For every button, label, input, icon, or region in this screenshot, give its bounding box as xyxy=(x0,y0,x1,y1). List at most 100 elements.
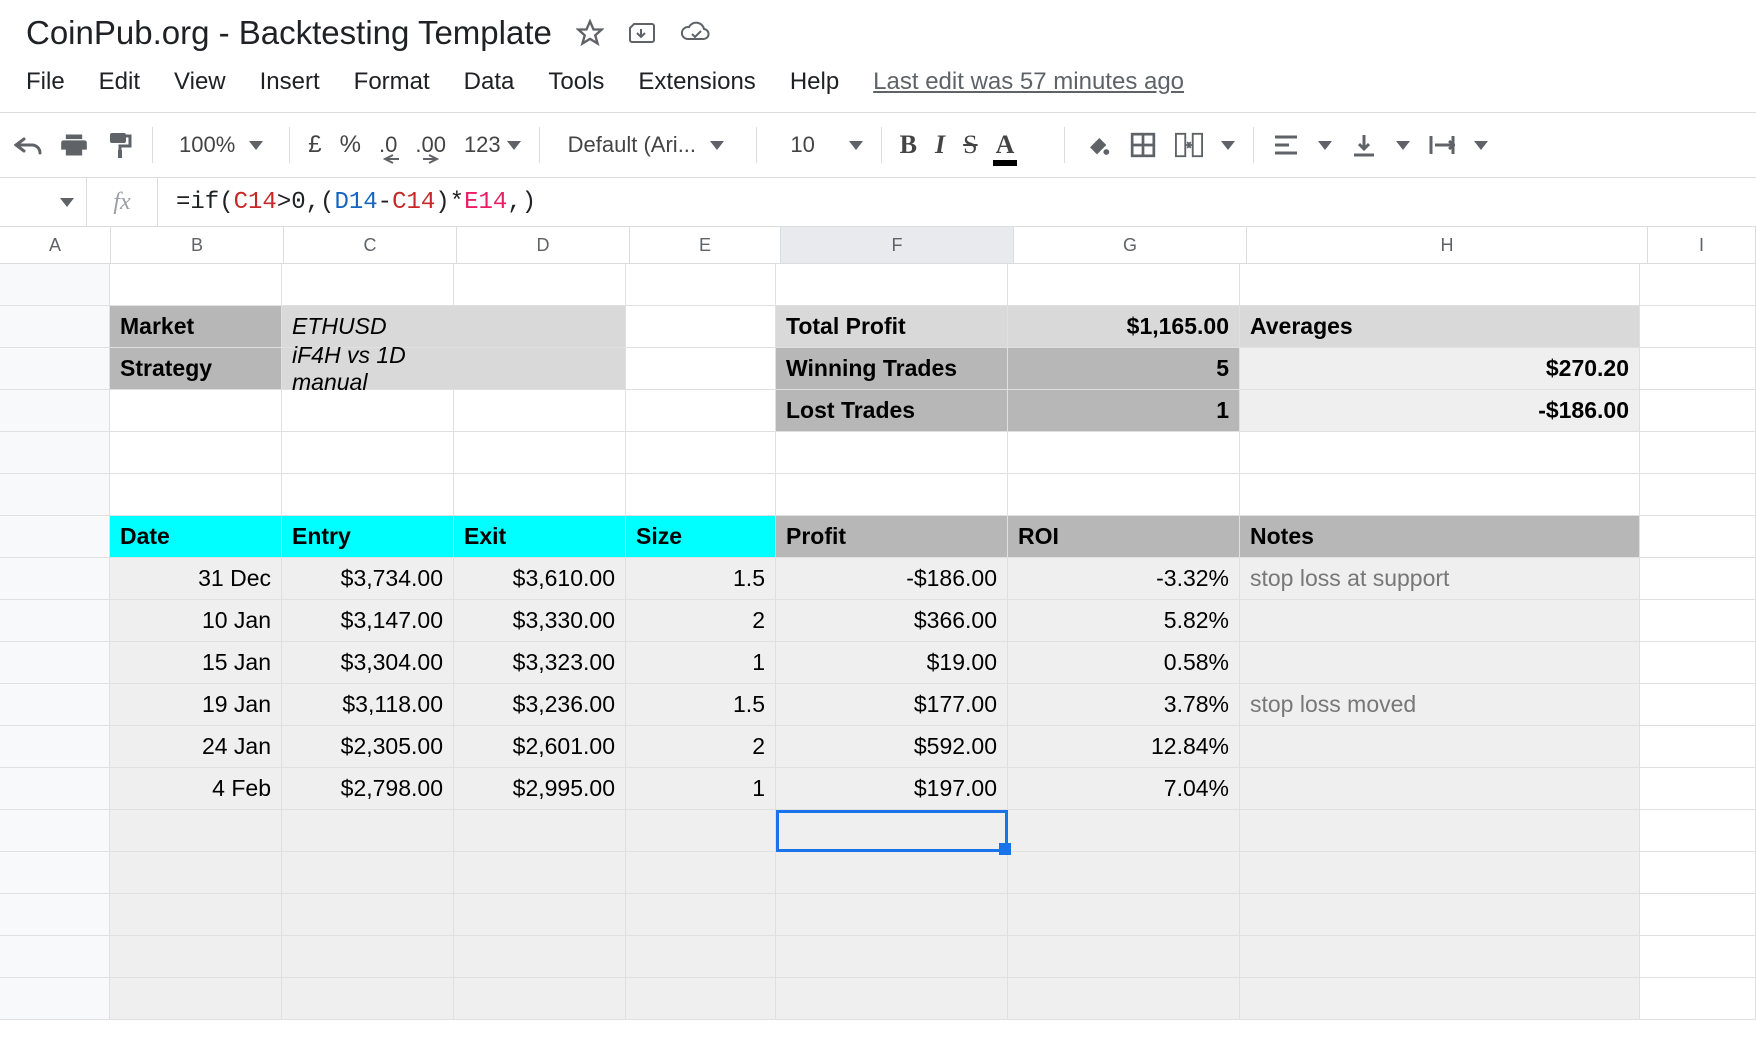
font-size-input[interactable]: 10 xyxy=(775,132,831,158)
caret-down-icon[interactable] xyxy=(1318,141,1332,150)
winning-avg[interactable]: $270.20 xyxy=(1240,348,1640,390)
cell-notes[interactable]: stop loss moved xyxy=(1240,684,1640,726)
hdr-date[interactable]: Date xyxy=(110,516,282,558)
hdr-notes[interactable]: Notes xyxy=(1240,516,1640,558)
cell-entry[interactable]: $2,305.00 xyxy=(282,726,454,768)
cell-size[interactable]: 1.5 xyxy=(626,558,776,600)
cell[interactable] xyxy=(626,306,776,348)
cell[interactable] xyxy=(0,642,110,684)
cell[interactable] xyxy=(776,894,1008,936)
spreadsheet-grid[interactable]: Market ETHUSD Total Profit $1,165.00 Ave… xyxy=(0,264,1756,1020)
cell[interactable] xyxy=(1640,726,1756,768)
vertical-align-dropdown[interactable] xyxy=(1350,131,1378,159)
cell[interactable] xyxy=(454,348,626,390)
cell[interactable] xyxy=(1640,516,1756,558)
cell-notes[interactable] xyxy=(1240,642,1640,684)
cell[interactable] xyxy=(1640,642,1756,684)
cell[interactable] xyxy=(0,306,110,348)
hdr-size[interactable]: Size xyxy=(626,516,776,558)
cell-roi[interactable]: 7.04% xyxy=(1008,768,1240,810)
cell[interactable] xyxy=(110,474,282,516)
cell[interactable] xyxy=(1640,306,1756,348)
menu-tools[interactable]: Tools xyxy=(548,68,604,96)
cell[interactable] xyxy=(1640,768,1756,810)
cell-entry[interactable]: $3,118.00 xyxy=(282,684,454,726)
cell[interactable] xyxy=(454,474,626,516)
cell[interactable] xyxy=(110,432,282,474)
cell[interactable] xyxy=(1640,852,1756,894)
cell[interactable] xyxy=(454,264,626,306)
cell[interactable] xyxy=(0,600,110,642)
cell[interactable] xyxy=(110,264,282,306)
zoom-dropdown[interactable]: 100% xyxy=(171,132,271,158)
star-icon[interactable] xyxy=(576,19,604,47)
cell[interactable] xyxy=(1240,978,1640,1020)
cell-notes[interactable]: stop loss at support xyxy=(1240,558,1640,600)
cell-profit[interactable]: $592.00 xyxy=(776,726,1008,768)
cell[interactable] xyxy=(776,432,1008,474)
cell[interactable] xyxy=(282,390,454,432)
cell[interactable] xyxy=(0,894,110,936)
cell[interactable] xyxy=(1240,474,1640,516)
selected-cell[interactable] xyxy=(776,810,1008,852)
cell-profit[interactable]: -$186.00 xyxy=(776,558,1008,600)
col-header-B[interactable]: B xyxy=(111,227,284,263)
averages-label[interactable]: Averages xyxy=(1240,306,1640,348)
cell[interactable] xyxy=(1008,894,1240,936)
cell[interactable] xyxy=(626,390,776,432)
cloud-saved-icon[interactable] xyxy=(680,21,712,45)
cell-profit[interactable]: $19.00 xyxy=(776,642,1008,684)
menu-edit[interactable]: Edit xyxy=(99,68,140,96)
cell-exit[interactable]: $3,236.00 xyxy=(454,684,626,726)
text-wrap-dropdown[interactable] xyxy=(1428,131,1456,159)
cell-exit[interactable]: $2,995.00 xyxy=(454,768,626,810)
menu-file[interactable]: File xyxy=(26,68,65,96)
horizontal-align-dropdown[interactable] xyxy=(1272,131,1300,159)
cell[interactable] xyxy=(282,264,454,306)
cell-size[interactable]: 2 xyxy=(626,600,776,642)
col-header-F[interactable]: F xyxy=(781,227,1014,263)
cell[interactable] xyxy=(110,978,282,1020)
cell[interactable] xyxy=(1008,264,1240,306)
col-header-I[interactable]: I xyxy=(1648,227,1756,263)
cell-roi[interactable]: 3.78% xyxy=(1008,684,1240,726)
cell[interactable] xyxy=(282,432,454,474)
cell[interactable] xyxy=(626,978,776,1020)
cell[interactable] xyxy=(282,810,454,852)
cell-date[interactable]: 31 Dec xyxy=(110,558,282,600)
italic-button[interactable]: I xyxy=(935,130,945,160)
cell[interactable] xyxy=(110,852,282,894)
total-profit-value[interactable]: $1,165.00 xyxy=(1008,306,1240,348)
hdr-profit[interactable]: Profit xyxy=(776,516,1008,558)
hdr-entry[interactable]: Entry xyxy=(282,516,454,558)
cell-entry[interactable]: $3,304.00 xyxy=(282,642,454,684)
menu-format[interactable]: Format xyxy=(354,68,430,96)
cell[interactable] xyxy=(1240,936,1640,978)
cell-size[interactable]: 1 xyxy=(626,768,776,810)
cell-roi[interactable]: 0.58% xyxy=(1008,642,1240,684)
cell[interactable] xyxy=(1240,432,1640,474)
cell[interactable] xyxy=(0,432,110,474)
last-edit-link[interactable]: Last edit was 57 minutes ago xyxy=(873,68,1184,96)
cell-entry[interactable]: $3,147.00 xyxy=(282,600,454,642)
formula-input[interactable]: =if(C14>0,(D14-C14)*E14,) xyxy=(158,189,536,216)
cell[interactable] xyxy=(1640,264,1756,306)
cell[interactable] xyxy=(776,978,1008,1020)
more-formats-dropdown[interactable]: 123 xyxy=(464,132,521,158)
cell-roi[interactable]: 12.84% xyxy=(1008,726,1240,768)
cell[interactable] xyxy=(454,306,626,348)
cell[interactable] xyxy=(1008,852,1240,894)
cell[interactable] xyxy=(0,852,110,894)
cell[interactable] xyxy=(1008,474,1240,516)
merge-cells-dropdown[interactable] xyxy=(1175,131,1203,159)
cell-exit[interactable]: $3,323.00 xyxy=(454,642,626,684)
cell-notes[interactable] xyxy=(1240,600,1640,642)
caret-down-icon[interactable] xyxy=(849,141,863,150)
cell[interactable] xyxy=(776,936,1008,978)
col-header-E[interactable]: E xyxy=(630,227,781,263)
cell[interactable] xyxy=(282,894,454,936)
cell[interactable] xyxy=(0,264,110,306)
cell[interactable] xyxy=(1640,474,1756,516)
cell[interactable] xyxy=(0,768,110,810)
market-label[interactable]: Market xyxy=(110,306,282,348)
